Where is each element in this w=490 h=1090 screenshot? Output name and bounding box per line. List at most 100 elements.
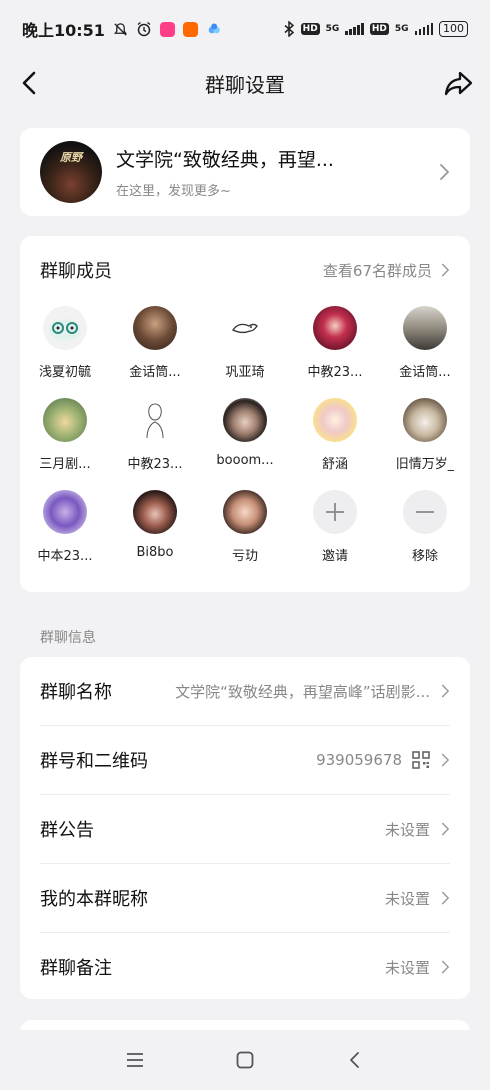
member-item[interactable]: 中教23... [110, 398, 200, 472]
member-avatar [43, 490, 87, 534]
app-notification-icon [159, 21, 175, 37]
row-label: 群公告 [40, 820, 94, 841]
member-name: 中本23... [37, 549, 93, 564]
qr-code-icon [412, 751, 430, 769]
member-item[interactable]: 中教23... [290, 306, 380, 380]
members-title: 群聊成员 [40, 261, 112, 282]
group-name: 文学院“致敬经典，再望... [116, 149, 334, 171]
group-name-row[interactable]: 群聊名称 文学院“致敬经典，再望高峰”话剧影... [40, 657, 450, 725]
group-number-row[interactable]: 群号和二维码 939059678 [40, 726, 450, 794]
member-grid: 浅夏初毓 金话筒... 巩亚琦 中教23... 金话筒... 三月剧... 中教… [20, 306, 470, 564]
plus-icon [313, 490, 357, 534]
system-back-icon[interactable] [344, 1049, 366, 1071]
member-name: 浅夏初毓 [38, 365, 91, 380]
member-avatar [313, 306, 357, 350]
remove-label: 移除 [411, 549, 438, 564]
row-value-wrap: 文学院“致敬经典，再望高峰”话剧影... [175, 681, 450, 702]
member-item[interactable]: 浅夏初毓 [20, 306, 110, 380]
invite-member-button[interactable]: 邀请 [290, 490, 380, 564]
member-name: 巩亚琦 [225, 365, 265, 380]
section-label: 群聊信息 [40, 630, 96, 646]
bell-off-icon [113, 22, 127, 36]
member-avatar [223, 398, 267, 442]
member-item[interactable]: 旧情万岁_ [380, 398, 470, 472]
member-name: 中教23... [307, 365, 363, 380]
member-name: 旧情万岁_ [395, 457, 455, 472]
status-time: 晚上10:51 [22, 21, 105, 40]
member-name: booom... [216, 453, 274, 468]
back-icon[interactable] [14, 66, 48, 100]
network-type-2: 5G [394, 24, 409, 34]
hd-badge-2: HD [369, 23, 389, 35]
bluetooth-icon [284, 21, 294, 37]
group-number: 939059678 [316, 751, 402, 769]
member-item[interactable]: booom... [200, 398, 290, 472]
hd-badge: HD [300, 23, 320, 35]
announcement-row[interactable]: 群公告 未设置 [40, 795, 450, 863]
row-value: 未设置 [384, 958, 430, 977]
signal-icon-2 [414, 23, 433, 35]
group-info: 文学院“致敬经典，再望... 在这里，发现更多~ [116, 145, 438, 199]
member-name: Bi8bo [136, 545, 174, 560]
minus-icon [403, 490, 447, 534]
cloud-app-icon [208, 23, 220, 34]
row-label: 群聊备注 [40, 958, 112, 979]
member-name: 亏玏 [231, 549, 258, 564]
share-icon[interactable] [442, 66, 476, 100]
row-value-wrap: 939059678 [316, 751, 450, 769]
row-value-wrap: 未设置 [385, 957, 450, 978]
row-value: 未设置 [384, 889, 430, 908]
member-item[interactable]: 金话筒... [110, 306, 200, 380]
member-item[interactable]: 亏玏 [200, 490, 290, 564]
member-name: 三月剧... [39, 457, 91, 472]
invite-label: 邀请 [321, 549, 348, 564]
row-value: 未设置 [384, 820, 430, 839]
members-header: 群聊成员 查看67名群成员 [40, 256, 450, 284]
chevron-right-icon [441, 960, 449, 974]
member-item[interactable]: 舒涵 [290, 398, 380, 472]
member-item[interactable]: 中本23... [20, 490, 110, 564]
member-avatar [133, 490, 177, 534]
group-avatar-text: 原野 [60, 151, 82, 164]
row-value: 文学院“致敬经典，再望高峰”话剧影... [175, 682, 430, 701]
view-all-members-link[interactable]: 查看67名群成员 [323, 260, 450, 281]
member-item[interactable]: Bi8bo [110, 490, 200, 564]
member-name: 金话筒... [399, 365, 451, 380]
mi-app-icon [182, 21, 198, 37]
member-item[interactable]: 三月剧... [20, 398, 110, 472]
member-avatar [403, 306, 447, 350]
alarm-icon [137, 21, 151, 37]
battery-icon: 100 [439, 21, 468, 37]
member-name: 舒涵 [321, 457, 348, 472]
member-avatar [43, 398, 87, 442]
member-avatar [43, 306, 87, 350]
my-nickname-row[interactable]: 我的本群昵称 未设置 [40, 864, 450, 932]
group-remark-row[interactable]: 群聊备注 未设置 [40, 933, 450, 1001]
home-icon[interactable] [234, 1049, 256, 1071]
member-avatar [313, 398, 357, 442]
member-avatar [133, 398, 177, 442]
row-label: 群号和二维码 [40, 751, 148, 772]
chevron-right-icon [441, 822, 449, 836]
chevron-right-icon [441, 263, 449, 277]
network-type: 5G [325, 24, 340, 34]
members-card: 群聊成员 查看67名群成员 浅夏初毓 金话筒... 巩亚琦 中教23... 金话… [20, 236, 470, 592]
group-subtitle: 在这里，发现更多~ [116, 184, 231, 199]
chevron-right-icon [441, 684, 449, 698]
chevron-right-icon [440, 164, 449, 180]
member-item[interactable]: 巩亚琦 [200, 306, 290, 380]
member-item[interactable]: 金话筒... [380, 306, 470, 380]
member-avatar [403, 398, 447, 442]
row-label: 我的本群昵称 [40, 889, 148, 910]
member-avatar [133, 306, 177, 350]
group-avatar: 原野 [40, 141, 102, 203]
group-profile-card[interactable]: 原野 文学院“致敬经典，再望... 在这里，发现更多~ [20, 128, 470, 216]
member-name: 中教23... [127, 457, 183, 472]
menu-icon[interactable] [124, 1049, 146, 1071]
member-avatar [223, 490, 267, 534]
chevron-right-icon [441, 753, 449, 767]
group-info-card: 群聊名称 文学院“致敬经典，再望高峰”话剧影... 群号和二维码 9390596… [20, 657, 470, 999]
page-title: 群聊设置 [205, 72, 285, 97]
remove-member-button[interactable]: 移除 [380, 490, 470, 564]
member-name: 金话筒... [129, 365, 181, 380]
